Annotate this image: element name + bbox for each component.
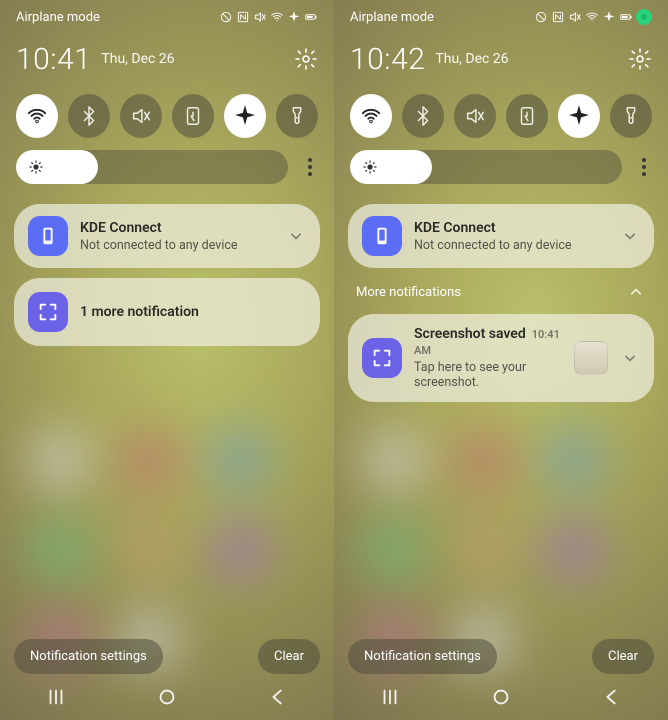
status-label: Airplane mode — [16, 10, 100, 25]
notification-subtitle: Not connected to any device — [414, 238, 608, 253]
kde-connect-app-icon — [362, 216, 402, 256]
brightness-icon — [28, 159, 44, 175]
nav-bar — [334, 674, 668, 720]
notification-title: Screenshot saved10:41 AM — [414, 326, 562, 358]
notification-subtitle: Tap here to see your screenshot. — [414, 360, 562, 390]
nav-recents-icon[interactable] — [45, 686, 67, 708]
mute-status-icon — [568, 10, 582, 24]
qs-bluetooth[interactable] — [402, 94, 444, 138]
shade-footer: Notification settings Clear — [334, 639, 668, 674]
screenshot-app-icon — [28, 292, 68, 332]
clock-row: 10:41 Thu, Dec 26 — [0, 34, 334, 84]
nav-bar — [0, 674, 334, 720]
notification-subtitle: Not connected to any device — [80, 238, 274, 253]
chevron-down-icon[interactable] — [620, 226, 640, 246]
home-blur-backdrop — [334, 390, 668, 640]
qs-mute[interactable] — [120, 94, 162, 138]
phone-left: Airplane mode 10:41 Thu, Dec 26 — [0, 0, 334, 720]
status-bar: Airplane mode — [334, 0, 668, 34]
qs-airplane[interactable] — [558, 94, 600, 138]
wifi-status-icon — [270, 10, 284, 24]
settings-icon[interactable] — [628, 47, 652, 71]
clock: 10:42 — [350, 42, 425, 77]
qs-battery-saver[interactable] — [506, 94, 548, 138]
settings-icon[interactable] — [294, 47, 318, 71]
notification-screenshot[interactable]: Screenshot saved10:41 AM Tap here to see… — [348, 314, 654, 402]
notification-kde-connect[interactable]: KDE Connect Not connected to any device — [14, 204, 320, 268]
more-notifications-header[interactable]: More notifications — [334, 268, 668, 304]
status-bar: Airplane mode — [0, 0, 334, 34]
screenshot-app-icon — [362, 338, 402, 378]
nav-back-icon[interactable] — [601, 686, 623, 708]
notification-summary[interactable]: 1 more notification — [14, 278, 320, 346]
airplane-status-icon — [602, 10, 616, 24]
notification-settings-button[interactable]: Notification settings — [14, 639, 163, 674]
home-blur-backdrop — [0, 390, 334, 640]
qs-battery-saver[interactable] — [172, 94, 214, 138]
clear-button[interactable]: Clear — [258, 639, 320, 674]
date: Thu, Dec 26 — [435, 51, 508, 67]
mute-status-icon — [253, 10, 267, 24]
notification-summary-text: 1 more notification — [80, 304, 306, 320]
chevron-up-icon — [626, 282, 646, 302]
brightness-row — [334, 144, 668, 194]
clear-button[interactable]: Clear — [592, 639, 654, 674]
phone-right: Airplane mode 10:42 Thu, Dec 26 — [334, 0, 668, 720]
notification-settings-button[interactable]: Notification settings — [348, 639, 497, 674]
nav-recents-icon[interactable] — [379, 686, 401, 708]
qs-airplane[interactable] — [224, 94, 266, 138]
brightness-slider[interactable] — [350, 150, 622, 184]
wifi-status-icon — [585, 10, 599, 24]
screenshot-thumbnail — [574, 341, 608, 375]
notification-title: KDE Connect — [80, 220, 274, 236]
qs-flashlight[interactable] — [276, 94, 318, 138]
nav-back-icon[interactable] — [267, 686, 289, 708]
battery-status-icon — [619, 10, 633, 24]
camera-indicator-icon — [636, 9, 652, 25]
nav-home-icon[interactable] — [490, 686, 512, 708]
status-icons — [534, 9, 652, 25]
qs-bluetooth[interactable] — [68, 94, 110, 138]
more-menu-icon[interactable] — [632, 158, 656, 176]
qs-wifi[interactable] — [16, 94, 58, 138]
qs-flashlight[interactable] — [610, 94, 652, 138]
clock: 10:41 — [16, 42, 91, 77]
date: Thu, Dec 26 — [101, 51, 174, 67]
more-notifications-label: More notifications — [356, 285, 461, 300]
notification-kde-connect[interactable]: KDE Connect Not connected to any device — [348, 204, 654, 268]
brightness-row — [0, 144, 334, 194]
dnd-icon — [534, 10, 548, 24]
more-menu-icon[interactable] — [298, 158, 322, 176]
nfc-icon — [236, 10, 250, 24]
quick-settings-row — [334, 84, 668, 144]
status-label: Airplane mode — [350, 10, 434, 25]
airplane-status-icon — [287, 10, 301, 24]
shade-footer: Notification settings Clear — [0, 639, 334, 674]
brightness-icon — [362, 159, 378, 175]
nfc-icon — [551, 10, 565, 24]
qs-mute[interactable] — [454, 94, 496, 138]
battery-status-icon — [304, 10, 318, 24]
brightness-slider[interactable] — [16, 150, 288, 184]
quick-settings-row — [0, 84, 334, 144]
dnd-icon — [219, 10, 233, 24]
qs-wifi[interactable] — [350, 94, 392, 138]
kde-connect-app-icon — [28, 216, 68, 256]
status-icons — [219, 10, 318, 24]
clock-row: 10:42 Thu, Dec 26 — [334, 34, 668, 84]
chevron-down-icon[interactable] — [620, 348, 640, 368]
nav-home-icon[interactable] — [156, 686, 178, 708]
notification-title: KDE Connect — [414, 220, 608, 236]
chevron-down-icon[interactable] — [286, 226, 306, 246]
